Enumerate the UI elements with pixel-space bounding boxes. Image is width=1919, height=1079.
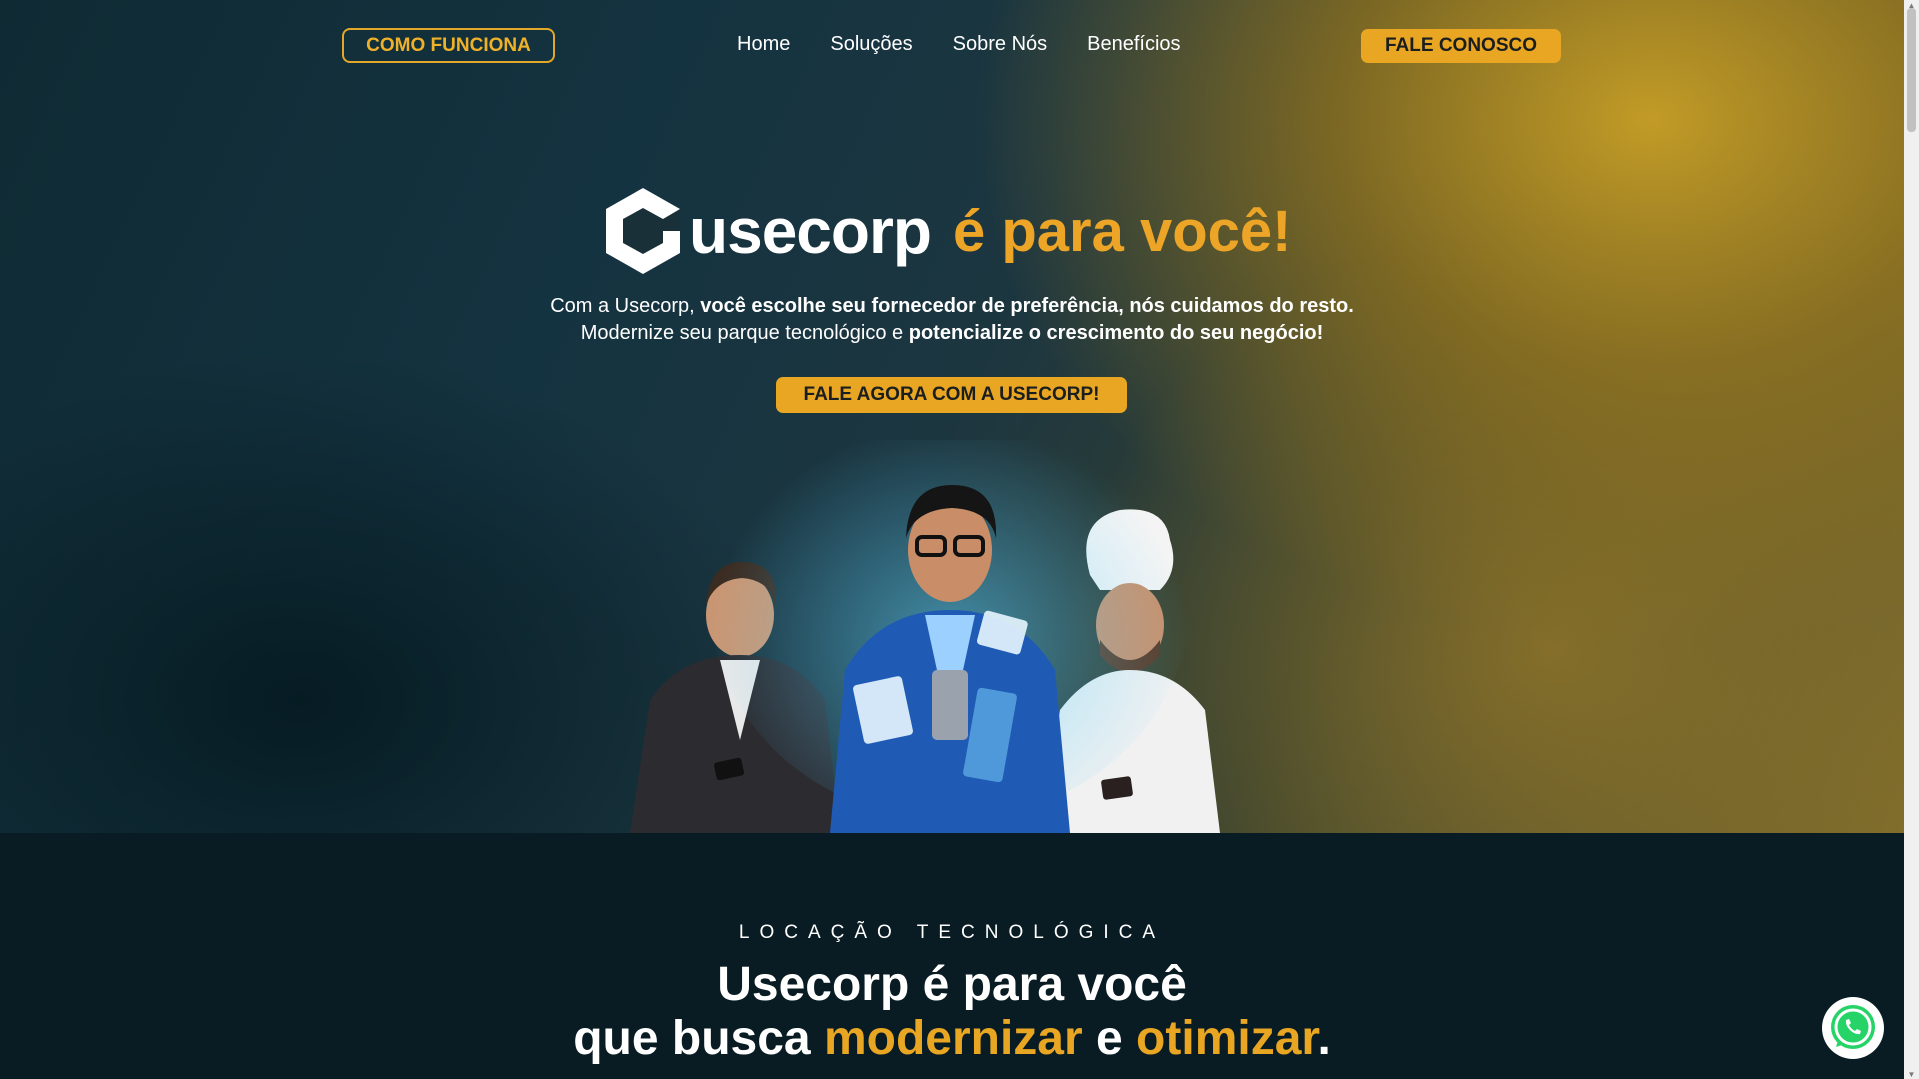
hero-line1-regular: Com a Usecorp, [550, 295, 701, 317]
menu-item-about[interactable]: Sobre Nós [953, 33, 1048, 56]
headline-highlight-optimize: otimizar [1136, 1012, 1318, 1065]
menu-item-solutions[interactable]: Soluções [830, 33, 912, 56]
scroll-down-arrow-icon[interactable]: ▼ [1904, 1069, 1919, 1079]
hero-tagline: é para você! [952, 198, 1292, 264]
hero-description-line-2: Modernize seu parque tecnológico e poten… [0, 320, 1904, 347]
headline-line-2: que busca modernizar e otimizar. [0, 1012, 1904, 1066]
technology-rental-section: LOCAÇÃO TECNOLÓGICA Usecorp é para você … [0, 833, 1904, 1079]
section-eyebrow: LOCAÇÃO TECNOLÓGICA [738, 922, 1166, 943]
top-navigation: COMO FUNCIONA Home Soluções Sobre Nós Be… [0, 0, 1904, 92]
headline-part-a: que busca [573, 1012, 824, 1065]
hero-line2-bold: potencialize o crescimento do seu negóci… [908, 322, 1324, 344]
hero-line2-regular: Modernize seu parque tecnológico e [580, 322, 909, 344]
talk-now-cta-button[interactable]: FALE AGORA COM A USECORP! [776, 377, 1127, 413]
page-scrollbar[interactable]: ▲ ▼ [1904, 0, 1919, 1079]
hero-description: Com a Usecorp, você escolhe seu forneced… [0, 293, 1904, 347]
menu-item-benefits[interactable]: Benefícios [1087, 33, 1180, 56]
whatsapp-icon [1824, 999, 1882, 1057]
headline-highlight-modernize: modernizar [823, 1012, 1083, 1065]
how-it-works-button[interactable]: COMO FUNCIONA [342, 28, 555, 63]
usecorp-logo-icon [606, 188, 680, 274]
hero-description-line-1: Com a Usecorp, você escolhe seu forneced… [0, 293, 1904, 320]
hero-line1-bold: você escolhe seu fornecedor de preferênc… [700, 295, 1354, 317]
hero-title: usecorp é para você! [603, 186, 1291, 276]
section-headline: Usecorp é para você que busca modernizar… [0, 958, 1904, 1066]
hero-people-image [630, 440, 1220, 833]
logo-text: usecorp [689, 195, 932, 267]
headline-line-1: Usecorp é para você [717, 958, 1187, 1011]
scrollbar-thumb[interactable] [1907, 8, 1916, 132]
menu-item-home[interactable]: Home [737, 33, 790, 56]
headline-part-c: e [1082, 1012, 1137, 1065]
whatsapp-button[interactable] [1822, 997, 1884, 1059]
headline-period: . [1317, 1012, 1331, 1065]
main-menu: Home Soluções Sobre Nós Benefícios [737, 33, 1181, 56]
contact-button[interactable]: FALE CONOSCO [1361, 29, 1561, 63]
hero-section: COMO FUNCIONA Home Soluções Sobre Nós Be… [0, 0, 1904, 833]
